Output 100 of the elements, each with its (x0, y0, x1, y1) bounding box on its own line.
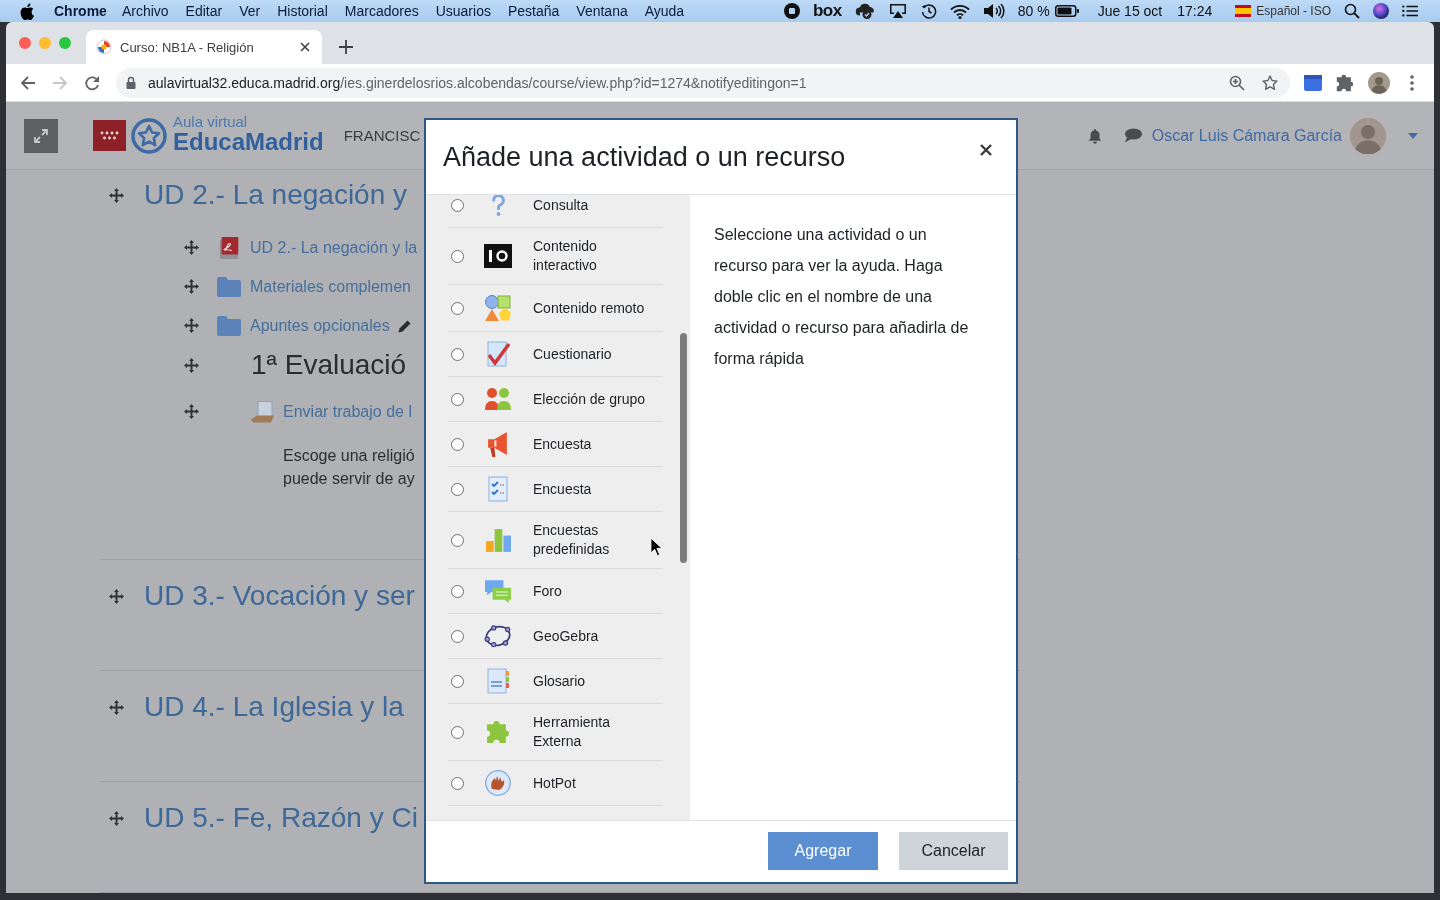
activity-option-label[interactable]: HotPot (533, 773, 576, 793)
menu-item[interactable]: Pestaña (507, 3, 560, 19)
puzzle-icon[interactable] (1336, 73, 1354, 92)
close-icon (980, 144, 992, 156)
move-icon[interactable] (109, 810, 124, 826)
flag-icon[interactable] (1235, 5, 1252, 17)
menu-item[interactable]: Ventana (576, 3, 628, 19)
menu-bar-time[interactable]: 17:24 (1177, 3, 1213, 19)
radio-button[interactable] (451, 347, 464, 361)
document-tray-icon[interactable] (250, 399, 276, 424)
activity-option-label[interactable]: Foro (533, 581, 562, 601)
app-menu[interactable]: Chrome (54, 3, 107, 19)
radio-button[interactable] (451, 198, 464, 212)
box-logo[interactable]: box (813, 1, 842, 21)
activity-option-label[interactable]: Consulta (533, 195, 589, 215)
activity-description: Escoge una religió puede servir de ay (283, 446, 415, 489)
move-icon[interactable] (184, 404, 199, 419)
move-icon[interactable] (184, 240, 199, 255)
menu-item[interactable]: Historial (277, 3, 328, 19)
star-emblem-icon[interactable] (131, 117, 167, 154)
pencil-icon[interactable] (397, 318, 412, 333)
menu-item[interactable]: Editar (185, 3, 223, 19)
list-icon[interactable] (1402, 3, 1418, 19)
cloud-check-icon[interactable] (854, 3, 875, 19)
battery-icon[interactable] (1054, 5, 1079, 17)
minimize-dot-icon[interactable] (39, 37, 51, 49)
plus-icon (339, 40, 353, 54)
radio-button[interactable] (451, 249, 464, 263)
move-icon[interactable] (109, 588, 124, 604)
activity-option-label[interactable]: GeoGebra (533, 626, 599, 646)
radio-button[interactable] (451, 776, 464, 790)
help-text: Seleccione una actividad o un recurso para ver la ayuda. Haga doble clic en el nombre de una actividad o recurso para añadirla de forma rápida (714, 225, 970, 369)
menu-item[interactable]: Ver (239, 3, 261, 19)
menu-item[interactable]: Marcadores (344, 3, 419, 19)
apple-icon[interactable] (20, 2, 34, 20)
cancel-button[interactable]: Cancelar (899, 832, 1008, 870)
menu-bar-date[interactable]: Jue 15 oct (1097, 3, 1163, 19)
menu-item[interactable]: Archivo (121, 3, 169, 19)
activity-option-label[interactable]: Glosario (533, 671, 586, 691)
move-icon[interactable] (109, 699, 124, 715)
caret-icon[interactable] (1408, 132, 1418, 139)
profile-avatar[interactable] (1368, 71, 1390, 94)
radio-button[interactable] (451, 584, 464, 598)
battery-percent: 80 % (1017, 3, 1050, 19)
menu-item[interactable]: Ayuda (644, 3, 685, 19)
activity-option-label[interactable]: Encuesta (533, 434, 592, 454)
move-icon[interactable] (109, 187, 124, 203)
radio-button[interactable] (451, 533, 464, 547)
favicon-icon (96, 39, 112, 55)
orb-icon[interactable] (1373, 3, 1389, 19)
activity-option-label[interactable]: Encuesta (533, 479, 592, 499)
speaker-icon[interactable] (982, 3, 1005, 19)
airplay-icon[interactable] (887, 3, 908, 19)
expand-button[interactable] (24, 118, 58, 153)
bar-chart-icon (485, 528, 511, 552)
search-icon[interactable] (1344, 3, 1360, 19)
move-icon[interactable] (184, 279, 199, 294)
activity-option-label[interactable]: Encuestas predefinidas (533, 521, 647, 559)
stars-flag-icon[interactable] (93, 120, 126, 151)
expand-arrows-icon (34, 128, 48, 143)
question-mark-icon (491, 195, 505, 217)
close-dot-icon[interactable] (19, 37, 31, 49)
activity-option-label[interactable]: Herramienta Externa (533, 713, 647, 751)
stop-circle-icon[interactable] (784, 3, 800, 19)
shapes-icon (484, 294, 512, 322)
browser-tab[interactable]: Curso: NB1A - Religión (86, 30, 322, 64)
activity-option-label[interactable]: Elección de grupo (533, 389, 646, 409)
activity-option-label[interactable]: Contenido interactivo (533, 237, 647, 275)
extension-tile-icon[interactable] (1304, 73, 1322, 92)
bookmark-star-icon[interactable] (1262, 74, 1278, 91)
radio-button[interactable] (451, 674, 464, 688)
move-icon[interactable] (184, 318, 199, 333)
radio-button[interactable] (451, 301, 464, 315)
wifi-icon[interactable] (949, 3, 970, 19)
scrollbar-thumb[interactable] (680, 333, 687, 563)
clock-history-icon[interactable] (920, 3, 937, 19)
zoom-dot-icon[interactable] (59, 37, 71, 49)
activity-option-label[interactable]: Contenido remoto (533, 298, 645, 318)
more-icon[interactable] (1410, 74, 1414, 91)
ellipse-points-icon (484, 624, 512, 648)
check-document-icon (485, 341, 511, 367)
address-bar[interactable]: aulavirtual32.educa.madrid.org/ies.ginerdelosrios.alcobendas/course/view.php?id=1274&notifyeditingon=1 (116, 67, 1290, 98)
radio-button[interactable] (451, 725, 464, 739)
site-name[interactable]: FRANCISC (343, 127, 421, 144)
dialog-title: Añade una actividad o un recurso (443, 141, 846, 173)
zoom-in-icon[interactable] (1229, 74, 1245, 91)
lock-icon[interactable] (126, 76, 136, 89)
radio-button[interactable] (451, 437, 464, 451)
url-text[interactable]: aulavirtual32.educa.madrid.org/ies.ginerdelosrios.alcobendas/course/view.php?id=1274&notifyeditingon=1 (148, 74, 807, 91)
menu-item[interactable]: Usuarios (435, 3, 491, 19)
mouse-cursor-icon (650, 537, 663, 557)
radio-button[interactable] (451, 392, 464, 406)
input-source-label[interactable]: Español - ISO (1256, 4, 1331, 18)
label-heading: 1ª Evaluació (251, 349, 407, 381)
activity-option-label[interactable]: Cuestionario (533, 344, 612, 364)
bell-icon[interactable] (1087, 127, 1102, 144)
radio-button[interactable] (451, 482, 464, 496)
radio-button[interactable] (451, 629, 464, 643)
chat-bubble-icon[interactable] (1123, 128, 1142, 143)
move-icon[interactable] (184, 357, 199, 373)
